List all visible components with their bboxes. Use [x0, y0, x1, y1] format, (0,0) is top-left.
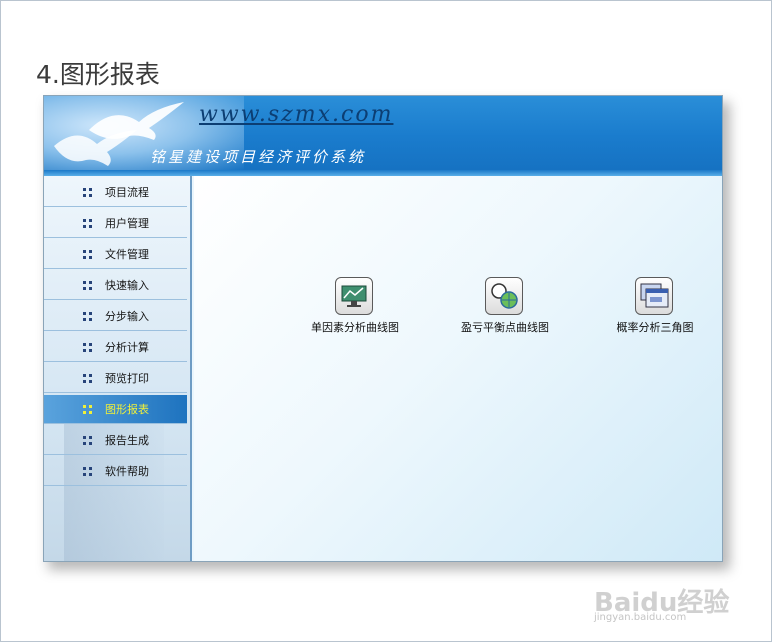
sidebar-item-label: 项目流程	[105, 186, 149, 199]
watermark-url: jingyan.baidu.com	[594, 612, 687, 623]
grip-icon	[83, 405, 92, 414]
sidebar-item-label: 图形报表	[105, 403, 149, 416]
sidebar-item-step-input[interactable]: 分步输入	[44, 302, 187, 331]
app-title: 铭星建设项目经济评价系统	[150, 148, 367, 166]
grip-icon	[83, 281, 92, 290]
magnifier-globe-icon	[485, 277, 523, 315]
sidebar-item-file-management[interactable]: 文件管理	[44, 240, 187, 269]
grip-icon	[83, 219, 92, 228]
chart-monitor-icon	[335, 277, 373, 315]
main-content: 单因素分析曲线图 盈亏平衡点曲线图 概率分析三角图	[194, 176, 722, 561]
sidebar-item-label: 快速输入	[105, 279, 149, 292]
section-title: 4.图形报表	[36, 60, 160, 89]
sidebar-item-label: 软件帮助	[105, 465, 149, 478]
dove-icon	[54, 130, 137, 166]
sidebar-item-project-flow[interactable]: 项目流程	[44, 178, 187, 207]
sidebar-item-label: 分步输入	[105, 310, 149, 323]
sidebar-item-chart-report[interactable]: 图形报表	[44, 395, 187, 424]
watermark: Baidu经验 jingyan.baidu.com	[594, 568, 764, 630]
sidebar-item-help[interactable]: 软件帮助	[44, 457, 187, 486]
sidebar-item-label: 分析计算	[105, 341, 149, 354]
tool-label: 单因素分析曲线图	[311, 321, 399, 334]
sidebar-item-label: 用户管理	[105, 217, 149, 230]
probability-triangle-button[interactable]: 概率分析三角图	[590, 277, 720, 339]
window-stack-icon	[635, 277, 673, 315]
sidebar-item-analysis[interactable]: 分析计算	[44, 333, 187, 362]
sidebar-item-report-generation[interactable]: 报告生成	[44, 426, 187, 455]
tool-label: 盈亏平衡点曲线图	[461, 321, 549, 334]
sidebar-item-label: 报告生成	[105, 434, 149, 447]
sidebar-item-print-preview[interactable]: 预览打印	[44, 364, 187, 393]
break-even-chart-button[interactable]: 盈亏平衡点曲线图	[440, 277, 570, 339]
sidebar-item-user-management[interactable]: 用户管理	[44, 209, 187, 238]
app-header: www.szmx.com 铭星建设项目经济评价系统	[44, 96, 722, 170]
grip-icon	[83, 467, 92, 476]
sidebar: 项目流程 用户管理 文件管理 快速输入 分步输入 分析计算 预览打印 图形报表	[44, 176, 192, 561]
single-factor-chart-button[interactable]: 单因素分析曲线图	[290, 277, 420, 339]
sidebar-item-label: 预览打印	[105, 372, 149, 385]
grip-icon	[83, 250, 92, 259]
tool-label: 概率分析三角图	[616, 321, 694, 334]
grip-icon	[83, 312, 92, 321]
app-window: www.szmx.com 铭星建设项目经济评价系统 项目流程 用户管理 文件管理…	[43, 95, 723, 562]
header-url: www.szmx.com	[199, 102, 394, 127]
sidebar-item-label: 文件管理	[105, 248, 149, 261]
grip-icon	[83, 343, 92, 352]
grip-icon	[83, 188, 92, 197]
grip-icon	[83, 436, 92, 445]
grip-icon	[83, 374, 92, 383]
sidebar-item-quick-input[interactable]: 快速输入	[44, 271, 187, 300]
